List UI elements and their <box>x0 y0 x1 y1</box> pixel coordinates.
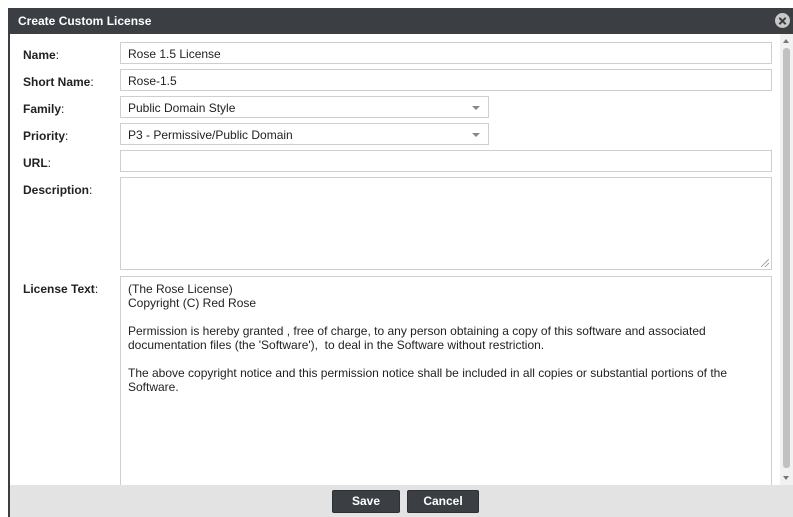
family-selected-value: Public Domain Style <box>128 101 236 115</box>
name-label: Name: <box>23 48 60 62</box>
scroll-up-icon[interactable] <box>783 39 789 43</box>
resize-grip-icon[interactable] <box>761 259 769 267</box>
priority-select[interactable]: P3 - Permissive/Public Domain <box>120 123 489 145</box>
family-label: Family: <box>23 102 65 116</box>
short-name-input[interactable]: Rose-1.5 <box>120 69 772 91</box>
scroll-thumb[interactable] <box>783 48 790 468</box>
license-text-label: License Text: <box>23 282 99 296</box>
name-input[interactable]: Rose 1.5 License <box>120 42 772 64</box>
family-select[interactable]: Public Domain Style <box>120 96 489 118</box>
cancel-button[interactable]: Cancel <box>407 490 479 513</box>
license-text-textarea[interactable]: (The Rose License) Copyright (C) Red Ros… <box>120 276 772 485</box>
close-icon[interactable] <box>775 13 790 28</box>
scroll-down-icon[interactable] <box>783 476 789 480</box>
dialog-footer: Save Cancel <box>10 485 793 517</box>
chevron-down-icon <box>472 106 480 110</box>
url-input[interactable] <box>120 150 772 172</box>
save-button[interactable]: Save <box>332 490 400 513</box>
license-form: Name: Rose 1.5 License Short Name: Rose-… <box>10 34 780 485</box>
url-label: URL: <box>23 156 52 170</box>
priority-label: Priority: <box>23 129 69 143</box>
form-scrollbar[interactable] <box>780 34 793 485</box>
short-name-label: Short Name: <box>23 75 94 89</box>
dialog-title: Create Custom License <box>18 14 152 28</box>
description-textarea[interactable] <box>120 177 772 270</box>
chevron-down-icon <box>472 133 480 137</box>
create-license-dialog: Create Custom License Name: Rose 1.5 Lic… <box>0 0 793 517</box>
description-label: Description: <box>23 183 93 197</box>
priority-selected-value: P3 - Permissive/Public Domain <box>128 128 293 142</box>
dialog-titlebar: Create Custom License <box>8 8 793 34</box>
